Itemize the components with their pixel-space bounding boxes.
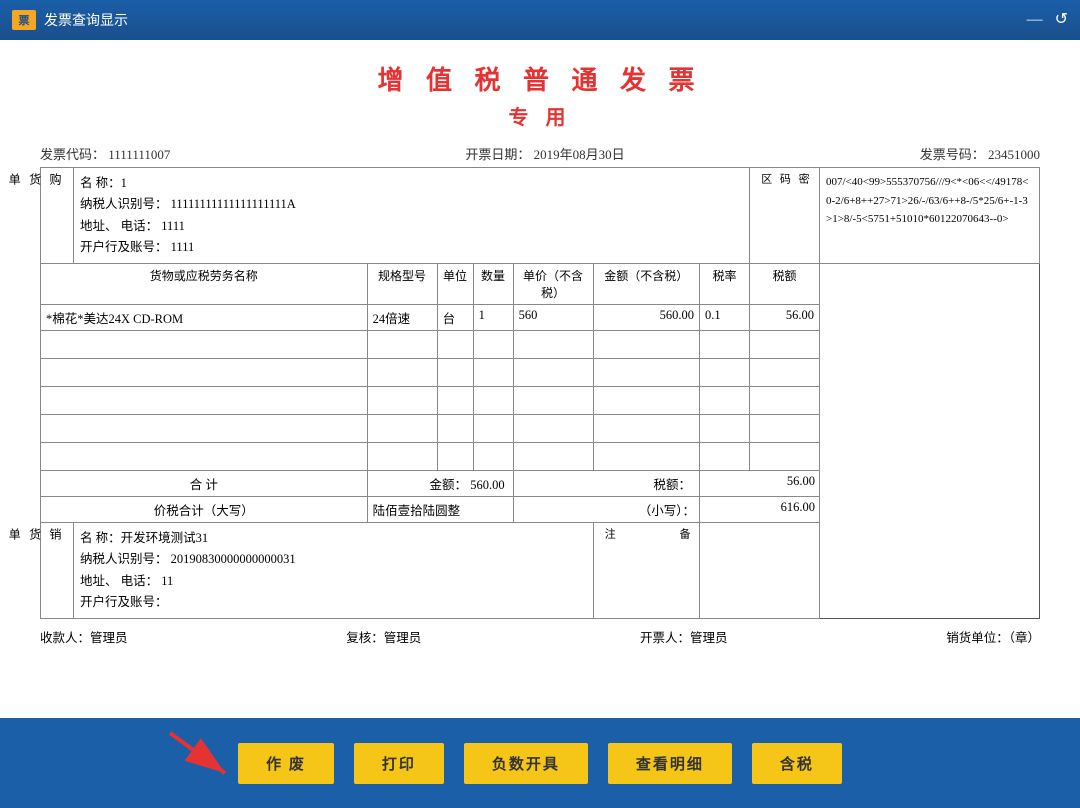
bottom-bar: 作 废 打印 负数开具 查看明细 含税 [0, 718, 1080, 808]
footer-drawer: 开票人：管理员 [640, 627, 728, 646]
print-button[interactable]: 打印 [354, 743, 444, 784]
buyer-taxid: 纳税人识别号： 11111111111111111111A [80, 194, 743, 215]
seller-info: 名 称：开发环境测试31 纳税人识别号： 2019083000000000003… [74, 523, 594, 619]
seller-row: 销货单位 名 称：开发环境测试31 纳税人识别号： 20190830000000… [41, 523, 1040, 619]
col-tax-rate: 税率 [700, 264, 750, 305]
buyer-row: 购货单位 名 称：1 纳税人识别号： 11111111111111111111A… [41, 168, 1040, 264]
price-tax-big: 陆佰壹拾陆圆整 [367, 497, 513, 523]
invoice-code: 发票代码： 1111111007 [40, 144, 170, 163]
arrow-icon [160, 728, 240, 788]
buyer-info: 名 称：1 纳税人识别号： 11111111111111111111A 地址、 … [74, 168, 750, 264]
footer-reviewer: 复核：管理员 [346, 627, 421, 646]
goods-name-1: *棉花*美达24X CD-ROM [41, 305, 368, 331]
column-headers-row: 货物或应税劳务名称 规格型号 单位 数量 单价（不含税） 金额（不含税） 税率 … [41, 264, 1040, 305]
footer-seller: 销货单位：（章） [946, 627, 1040, 646]
invoice-title-main: 增 值 税 普 通 发 票 [40, 60, 1040, 97]
goods-amount-1: 560.00 [593, 305, 699, 331]
minimize-button[interactable]: — [1027, 12, 1043, 28]
goods-tax-rate-1: 0.1 [700, 305, 750, 331]
invoice-date: 开票日期： 2019年08月30日 [465, 144, 624, 163]
goods-spec-1: 24倍速 [367, 305, 437, 331]
close-button[interactable]: ↺ [1055, 12, 1068, 28]
goods-qty-1: 1 [473, 305, 513, 331]
col-qty: 数量 [473, 264, 513, 305]
goods-row-empty-5 [41, 443, 1040, 471]
col-goods-name: 货物或应税劳务名称 [41, 264, 368, 305]
title-bar: 票 发票查询显示 — ↺ [0, 0, 1080, 40]
title-bar-controls: — ↺ [1027, 12, 1068, 28]
void-button[interactable]: 作 废 [238, 743, 334, 784]
seller-address: 地址、 电话： 11 [80, 571, 587, 592]
buyer-name: 名 称：1 [80, 173, 743, 194]
goods-row-empty-4 [41, 415, 1040, 443]
negative-button[interactable]: 负数开具 [464, 743, 588, 784]
buyer-bank: 开户行及账号： 1111 [80, 237, 743, 258]
summary-amount-label: 金额： [430, 478, 468, 492]
col-spec: 规格型号 [367, 264, 437, 305]
seller-name: 名 称：开发环境测试31 [80, 528, 587, 549]
invoice-meta: 发票代码： 1111111007 开票日期： 2019年08月30日 发票号码：… [40, 144, 1040, 163]
price-tax-small: 616.00 [700, 497, 820, 523]
invoice-table: 购货单位 名 称：1 纳税人识别号： 11111111111111111111A… [40, 167, 1040, 619]
seller-side-label: 销货单位 [41, 523, 74, 619]
title-bar-left: 票 发票查询显示 [12, 10, 128, 30]
goods-price-1: 560 [513, 305, 593, 331]
col-amount: 金额（不含税） [593, 264, 699, 305]
price-tax-label: 价税合计（大写） [41, 497, 368, 523]
goods-row-empty-2 [41, 359, 1040, 387]
summary-amount: 560.00 [470, 478, 504, 492]
invoice-number: 发票号码： 23451000 [920, 144, 1040, 163]
detail-button[interactable]: 查看明细 [608, 743, 732, 784]
title-bar-title: 发票查询显示 [44, 10, 128, 30]
goods-row-empty-3 [41, 387, 1040, 415]
seller-taxid: 纳税人识别号： 20190830000000000031 [80, 549, 587, 570]
price-tax-small-label: （小写）： [513, 497, 699, 523]
invoice-area: 增 值 税 普 通 发 票 专 用 发票代码： 1111111007 开票日期：… [0, 40, 1080, 718]
tax-button[interactable]: 含税 [752, 743, 842, 784]
invoice-icon: 票 [12, 10, 36, 30]
col-price: 单价（不含税） [513, 264, 593, 305]
summary-row: 合 计 金额： 560.00 税额： 56.00 [41, 471, 1040, 497]
summary-label: 合 计 [41, 471, 368, 497]
seller-bank: 开户行及账号： [80, 592, 587, 613]
notes-label: 备注 [593, 523, 699, 619]
col-tax: 税额 [750, 264, 820, 305]
notes-content [700, 523, 820, 619]
goods-tax-1: 56.00 [750, 305, 820, 331]
main-content: 增 值 税 普 通 发 票 专 用 发票代码： 1111111007 开票日期：… [0, 40, 1080, 808]
secret-code: 007/<40<99>555370756///9<*<06<</49178<0-… [820, 168, 1040, 264]
price-tax-row: 价税合计（大写） 陆佰壹拾陆圆整 （小写）： 616.00 [41, 497, 1040, 523]
buyer-side-label: 购货单位 [41, 168, 74, 264]
goods-row-1: *棉花*美达24X CD-ROM 24倍速 台 1 560 560.00 0.1… [41, 305, 1040, 331]
invoice-title-sub: 专 用 [40, 101, 1040, 130]
summary-tax-label: 税额： [653, 478, 691, 492]
summary-tax: 56.00 [787, 474, 815, 488]
invoice-footer: 收款人：管理员 复核：管理员 开票人：管理员 销货单位：（章） [40, 627, 1040, 646]
buyer-address: 地址、 电话： 1111 [80, 216, 743, 237]
arrow-hint [160, 728, 240, 793]
goods-row-empty-1 [41, 331, 1040, 359]
secret-label: 密码区 [750, 168, 820, 264]
goods-unit-1: 台 [437, 305, 473, 331]
col-unit: 单位 [437, 264, 473, 305]
footer-payee: 收款人：管理员 [40, 627, 128, 646]
